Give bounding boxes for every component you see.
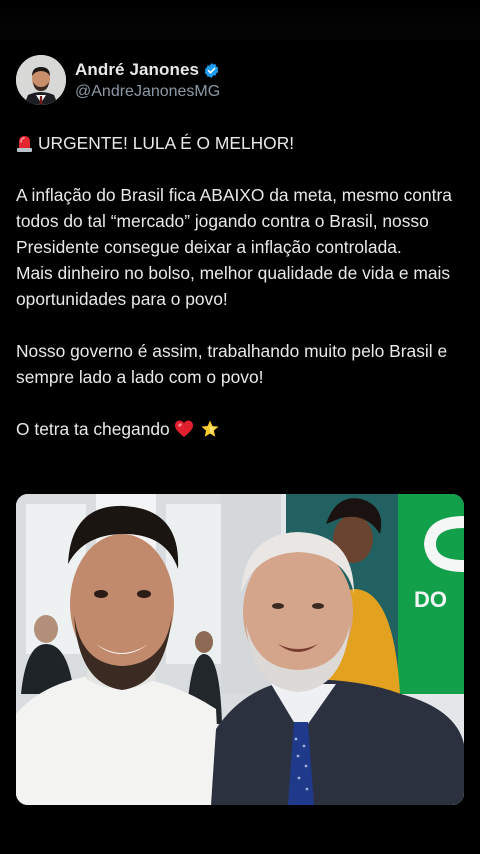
tweet-headline: URGENTE! LULA É O MELHOR! [16,130,466,156]
top-bar [0,0,480,40]
tweet-paragraph-3: Nosso governo é assim, trabalhando muito… [16,341,448,387]
tweet-header: André Janones @AndreJanonesMG [16,54,220,106]
author-handle[interactable]: @AndreJanonesMG [75,83,220,101]
rotating-light-icon [16,133,33,152]
author-name[interactable]: André Janones [75,60,199,80]
tweet-paragraph-1: A inflação do Brasil fica ABAIXO da meta… [16,185,452,257]
sign-text: DO [414,587,447,612]
red-heart-icon [174,419,194,439]
tweet-paragraph-2: Mais dinheiro no bolso, melhor qualidade… [16,263,451,309]
tweet-paragraph-4: O tetra ta chegando [16,416,466,442]
glowing-star-icon [200,419,220,439]
headline-text: URGENTE! LULA É O MELHOR! [38,133,295,153]
verified-badge-icon [203,62,220,79]
avatar[interactable] [16,55,66,105]
closing-text: O tetra ta chegando [16,419,170,439]
tweet-text: URGENTE! LULA É O MELHOR! A inflação do … [16,130,466,442]
tweet-photo[interactable]: DO [16,494,464,805]
